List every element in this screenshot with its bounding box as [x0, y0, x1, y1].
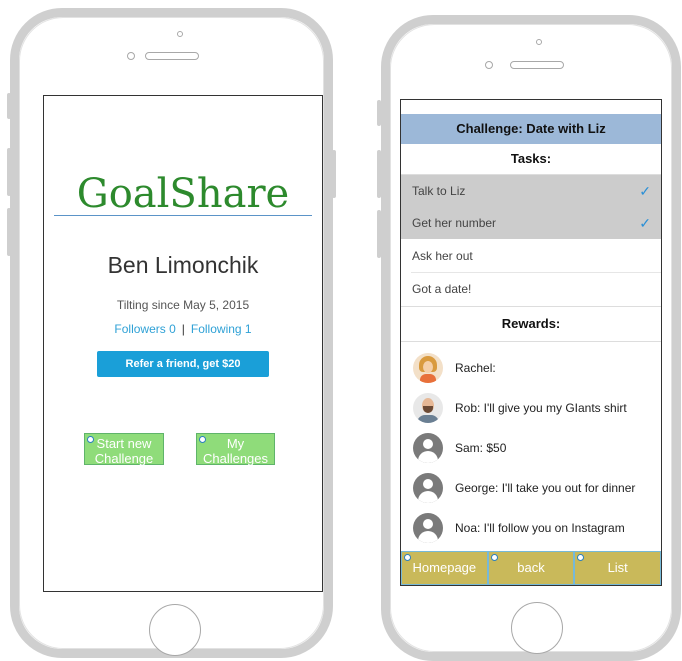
- app-logo: GoalShare: [76, 171, 290, 217]
- avatar: [413, 353, 443, 383]
- tasks-heading: Tasks:: [401, 144, 661, 175]
- reward-text: Rachel:: [455, 361, 496, 375]
- left-screen: GoalShare Ben Limonchik Tilting since Ma…: [43, 95, 323, 592]
- my-challenges-button[interactable]: My Challenges: [196, 433, 275, 466]
- right-phone-mute-switch: [377, 100, 381, 126]
- profile-name: Ben Limonchik: [107, 252, 259, 278]
- right-phone-proximity-sensor: [536, 39, 542, 45]
- checkmark-icon: ✓: [639, 215, 651, 231]
- left-phone-mute-switch: [7, 93, 11, 119]
- task-item[interactable]: Talk to Liz ✓: [401, 175, 661, 207]
- left-phone-frame: GoalShare Ben Limonchik Tilting since Ma…: [10, 8, 333, 658]
- task-item[interactable]: Got a date!: [401, 273, 661, 305]
- user-icon: [413, 433, 443, 463]
- follow-separator: |: [181, 322, 185, 336]
- right-phone-volume-down: [377, 210, 381, 258]
- tab-back[interactable]: back: [487, 551, 575, 585]
- reward-item[interactable]: George: I'll take you out for dinner: [413, 468, 661, 508]
- task-label: Talk to Liz: [412, 184, 466, 198]
- bottom-tab-bar: Homepage back List: [401, 551, 661, 585]
- left-phone-speaker: [145, 52, 199, 60]
- left-phone-camera: [127, 52, 135, 60]
- following-link[interactable]: Following 1: [191, 322, 252, 336]
- hotspot-marker-icon: [199, 436, 206, 443]
- reward-text: Noa: I'll follow you on Instagram: [455, 521, 625, 535]
- task-item[interactable]: Get her number ✓: [401, 207, 661, 239]
- hotspot-marker-icon: [577, 554, 585, 561]
- reward-item[interactable]: Sam: $50: [413, 428, 661, 468]
- right-phone-camera: [485, 61, 493, 69]
- hotspot-marker-icon: [404, 554, 411, 561]
- hotspot-marker-icon: [87, 436, 94, 443]
- tab-back-label: back: [517, 560, 545, 575]
- tab-list-label: List: [607, 560, 628, 575]
- task-item[interactable]: Ask her out: [401, 240, 661, 272]
- reward-item[interactable]: Rachel:: [413, 348, 661, 388]
- left-phone-proximity-sensor: [177, 31, 183, 37]
- logo-divider: [54, 215, 312, 216]
- task-label: Got a date!: [412, 282, 472, 296]
- left-phone-volume-up: [7, 148, 11, 196]
- avatar: [413, 393, 443, 423]
- task-label: Ask her out: [412, 249, 473, 263]
- user-icon: [413, 473, 443, 503]
- start-new-challenge-button[interactable]: Start new Challenge: [84, 433, 164, 466]
- user-icon: [413, 513, 443, 543]
- task-label: Get her number: [412, 216, 497, 230]
- rewards-heading: Rewards:: [401, 306, 661, 342]
- refer-friend-button[interactable]: Refer a friend, get $20: [97, 351, 269, 377]
- right-screen: Challenge: Date with Liz Tasks: Talk to …: [400, 99, 662, 586]
- tab-list[interactable]: List: [574, 551, 661, 585]
- right-phone-speaker: [510, 61, 564, 69]
- tab-homepage[interactable]: Homepage: [401, 551, 488, 585]
- right-phone-volume-up: [377, 150, 381, 198]
- challenge-title-bar: Challenge: Date with Liz: [401, 114, 661, 144]
- right-phone-frame: Challenge: Date with Liz Tasks: Talk to …: [381, 15, 681, 661]
- reward-text: Rob: I'll give you my GIants shirt: [455, 401, 627, 415]
- my-challenges-label: My Challenges: [202, 436, 269, 466]
- left-phone-home-button[interactable]: [149, 604, 201, 656]
- checkmark-icon: ✓: [639, 183, 651, 199]
- reward-text: George: I'll take you out for dinner: [455, 481, 636, 495]
- tab-homepage-label: Homepage: [412, 560, 477, 575]
- left-phone-power-button: [332, 150, 336, 198]
- right-phone-home-button[interactable]: [511, 602, 563, 654]
- follow-stats: Followers 0 | Following 1: [44, 322, 322, 336]
- followers-link[interactable]: Followers 0: [114, 322, 175, 336]
- status-bar: [401, 100, 661, 114]
- hotspot-marker-icon: [490, 554, 498, 561]
- member-since-text: Tilting since May 5, 2015: [116, 298, 250, 312]
- reward-item[interactable]: Noa: I'll follow you on Instagram: [413, 508, 661, 548]
- left-phone-volume-down: [7, 208, 11, 256]
- reward-item[interactable]: Rob: I'll give you my GIants shirt: [413, 388, 661, 428]
- reward-text: Sam: $50: [455, 441, 507, 455]
- start-new-challenge-label: Start new Challenge: [94, 436, 154, 466]
